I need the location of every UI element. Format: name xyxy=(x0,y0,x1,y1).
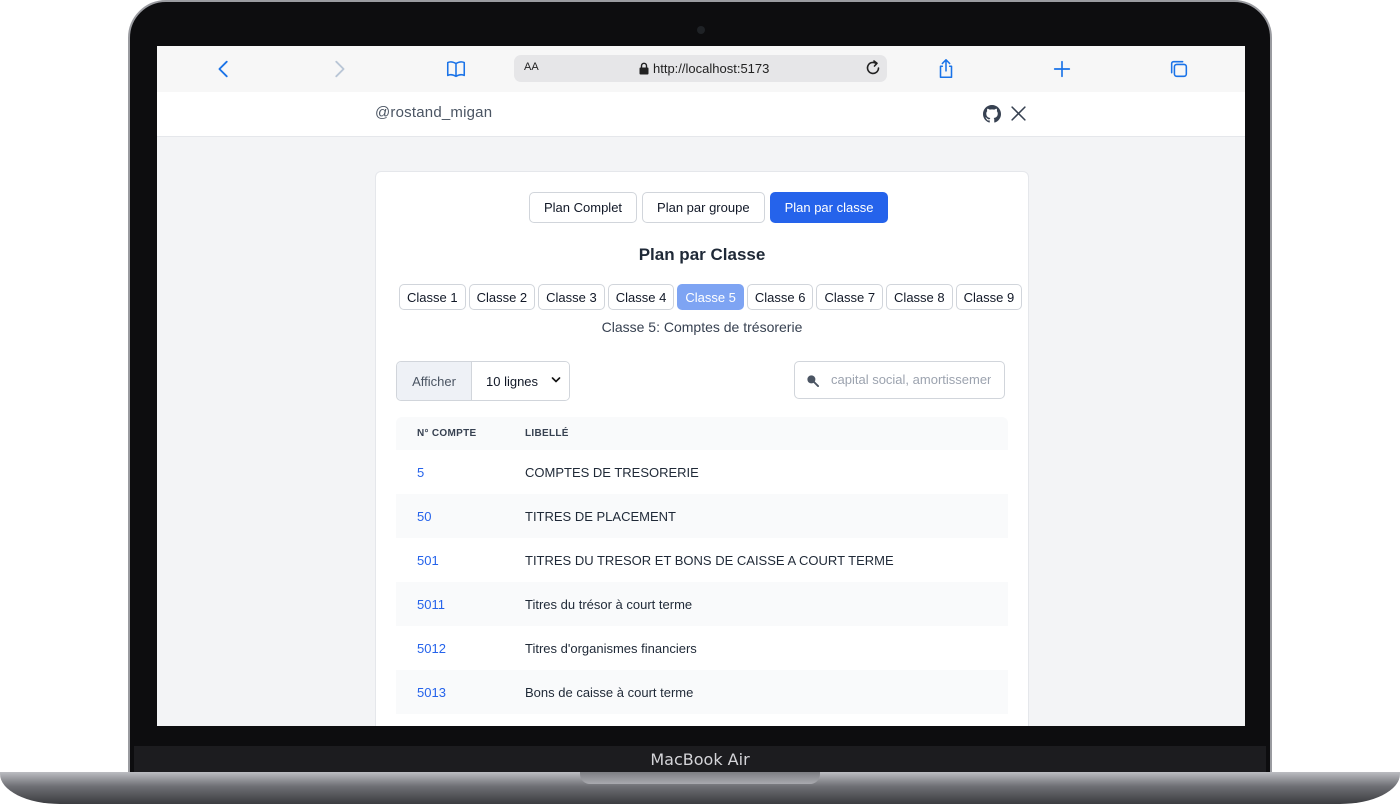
tab-plan-par-classe[interactable]: Plan par classe xyxy=(769,192,889,223)
plan-card: Plan Complet Plan par groupe Plan par cl… xyxy=(375,171,1029,726)
accounts-table: N° COMPTE LIBELLÉ 5 COMPTES DE TRESORERI… xyxy=(396,417,1008,714)
class-button-3[interactable]: Classe 3 xyxy=(538,284,605,310)
table-row[interactable]: 5013 Bons de caisse à court terme xyxy=(396,670,1008,714)
rows-per-page: Afficher 10 lignes xyxy=(396,361,570,401)
account-label: TITRES DU TRESOR ET BONS DE CAISSE A COU… xyxy=(525,552,894,568)
account-number-link[interactable]: 5012 xyxy=(396,641,525,656)
chevron-down-icon xyxy=(551,377,561,383)
class-selector: Classe 1 Classe 2 Classe 3 Classe 4 Clas… xyxy=(399,284,1023,310)
view-tabs: Plan Complet Plan par groupe Plan par cl… xyxy=(529,192,889,223)
author-handle: @rostand_migan xyxy=(375,104,493,121)
x-twitter-icon[interactable] xyxy=(1010,105,1027,122)
tab-plan-par-groupe[interactable]: Plan par groupe xyxy=(642,192,765,223)
table-row[interactable]: 501 TITRES DU TRESOR ET BONS DE CAISSE A… xyxy=(396,538,1008,582)
class-button-4[interactable]: Classe 4 xyxy=(607,284,675,310)
back-icon[interactable] xyxy=(212,57,236,81)
device-label: MacBook Air xyxy=(650,750,750,769)
lock-icon xyxy=(639,62,649,75)
reload-icon[interactable] xyxy=(864,59,882,77)
bookmarks-icon[interactable] xyxy=(444,57,468,81)
site-header: @rostand_migan xyxy=(157,92,1245,137)
account-number-link[interactable]: 501 xyxy=(396,553,525,568)
column-header-numero[interactable]: N° COMPTE xyxy=(396,428,525,439)
class-button-7[interactable]: Classe 7 xyxy=(816,284,884,310)
account-number-link[interactable]: 5011 xyxy=(396,597,525,612)
class-button-9[interactable]: Classe 9 xyxy=(955,284,1023,310)
address-bar[interactable]: AA http://localhost:5173 xyxy=(514,55,887,82)
account-label: Bons de caisse à court terme xyxy=(525,684,694,700)
account-number-link[interactable]: 5 xyxy=(396,465,525,480)
laptop-notch xyxy=(580,772,820,784)
page-title: Plan par Classe xyxy=(638,245,766,264)
column-header-libelle[interactable]: LIBELLÉ xyxy=(525,428,569,439)
search-icon xyxy=(807,375,819,387)
search-box xyxy=(794,361,1005,399)
table-row[interactable]: 5 COMPTES DE TRESORERIE xyxy=(396,450,1008,494)
text-size-button[interactable]: AA xyxy=(524,61,539,73)
class-subtitle: Classe 5: Comptes de trésorerie xyxy=(601,319,803,335)
forward-icon[interactable] xyxy=(327,57,351,81)
table-row[interactable]: 5011 Titres du trésor à court terme xyxy=(396,582,1008,626)
class-button-2[interactable]: Classe 2 xyxy=(468,284,536,310)
laptop-chin: MacBook Air xyxy=(134,746,1266,774)
class-button-1[interactable]: Classe 1 xyxy=(399,284,466,310)
search-input[interactable] xyxy=(829,371,993,388)
show-label: Afficher xyxy=(397,362,472,400)
tab-plan-complet[interactable]: Plan Complet xyxy=(529,192,638,223)
rows-per-page-value: 10 lignes xyxy=(486,373,539,389)
rows-per-page-select[interactable]: 10 lignes xyxy=(472,362,569,400)
new-tab-icon[interactable] xyxy=(1050,57,1074,81)
table-row[interactable]: 5012 Titres d'organismes financiers xyxy=(396,626,1008,670)
browser-window: AA http://localhost:5173 @rostand_migan … xyxy=(157,46,1245,726)
url-text[interactable]: http://localhost:5173 xyxy=(653,61,769,76)
table-header: N° COMPTE LIBELLÉ xyxy=(396,417,1008,450)
account-number-link[interactable]: 50 xyxy=(396,509,525,524)
account-label: COMPTES DE TRESORERIE xyxy=(525,464,699,480)
class-button-6[interactable]: Classe 6 xyxy=(746,284,814,310)
account-label: Titres du trésor à court terme xyxy=(525,596,693,612)
account-label: TITRES DE PLACEMENT xyxy=(525,508,676,524)
class-button-5[interactable]: Classe 5 xyxy=(677,284,744,310)
table-row[interactable]: 50 TITRES DE PLACEMENT xyxy=(396,494,1008,538)
browser-toolbar: AA http://localhost:5173 xyxy=(157,46,1245,93)
share-icon[interactable] xyxy=(934,57,958,81)
class-button-8[interactable]: Classe 8 xyxy=(886,284,953,310)
camera xyxy=(697,26,705,34)
account-number-link[interactable]: 5013 xyxy=(396,685,525,700)
github-icon[interactable] xyxy=(983,105,1001,123)
tabs-overview-icon[interactable] xyxy=(1167,57,1191,81)
account-label: Titres d'organismes financiers xyxy=(525,640,697,656)
